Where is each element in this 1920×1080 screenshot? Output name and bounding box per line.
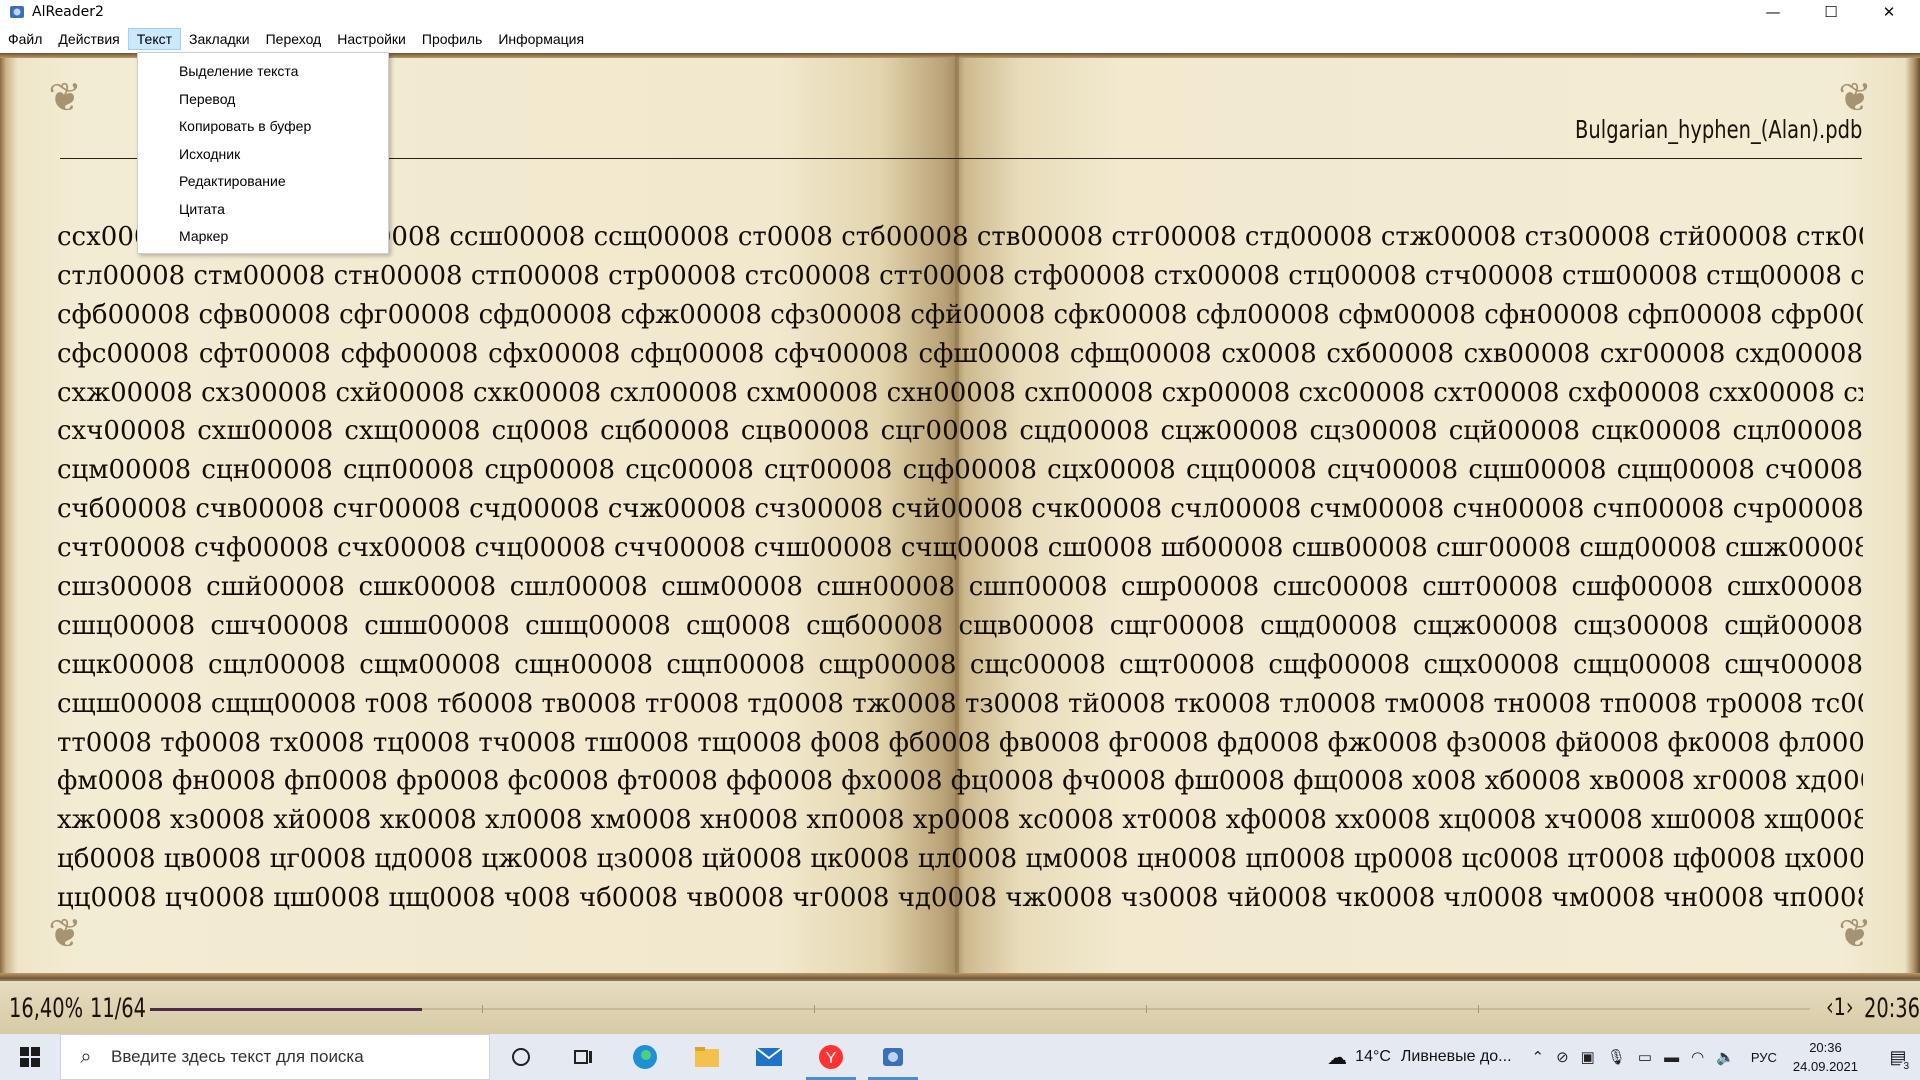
page-text[interactable]: ссх0008 ссц00008 ссч00008 ссш00008 ссщ00…: [57, 218, 1863, 918]
taskbar: ⌕ Введите здесь текст для поиска Y ☁ 14°…: [0, 1034, 1920, 1080]
reader-clock: 20:36: [1864, 993, 1920, 1024]
battery-icon[interactable]: ▬: [1664, 1049, 1679, 1066]
menu-text[interactable]: Текст: [127, 28, 182, 50]
notification-count: 3: [1900, 1061, 1912, 1072]
text-line: сшц00008 сшч00008 сшш00008 сшщ00008 сщ00…: [57, 610, 1863, 641]
text-line: стл00008 стм00008 стн00008 стп00008 стр0…: [57, 260, 1863, 291]
book-file-title: Bulgarian_hyphen_(Alan).pdb: [1574, 115, 1862, 144]
menu-item-translate[interactable]: Перевод: [138, 86, 388, 114]
search-placeholder: Введите здесь текст для поиска: [111, 1047, 364, 1066]
weather-text: Ливневые до...: [1400, 1048, 1512, 1065]
chevron-up-icon[interactable]: ⌃: [1532, 1048, 1545, 1066]
text-line: сфс00008 сфт00008 сфф00008 сфх00008 сфц0…: [57, 338, 1863, 369]
taskbar-clock[interactable]: 20:36 24.09.2021: [1793, 1038, 1858, 1076]
title-bar: AlReader2 — ☐ ✕: [0, 0, 1920, 24]
text-line: тт0008 тф0008 тх0008 тц0008 тч0008 тш000…: [57, 727, 1863, 758]
weather-temp: 14°C: [1355, 1048, 1391, 1065]
start-button[interactable]: [0, 1034, 60, 1080]
menu-item-quote[interactable]: Цитата: [138, 196, 388, 224]
menu-file[interactable]: Файл: [0, 28, 50, 50]
cortana-icon: [512, 1048, 530, 1066]
text-line: сщш00008 сщщ00008 т008 тб0008 тв0008 тг0…: [57, 688, 1863, 719]
edge-icon: [633, 1045, 657, 1069]
window-title: AlReader2: [32, 4, 104, 20]
menu-settings[interactable]: Настройки: [329, 28, 414, 50]
wifi-icon[interactable]: ◠: [1691, 1048, 1704, 1066]
page-counter: 11/64: [90, 993, 147, 1024]
reading-progress-fill: [150, 1008, 423, 1011]
text-line: счт00008 счф00008 счх00008 счц00008 счч0…: [57, 533, 1863, 564]
taskbar-search[interactable]: ⌕ Введите здесь текст для поиска: [60, 1034, 490, 1080]
device-icon[interactable]: ▣: [1581, 1048, 1595, 1066]
system-tray: ☁ 14°C Ливневые до... ⌃ ⊘ ▣ 🎙 ▭ ▬ ◠ 🔈 РУ…: [1327, 1034, 1920, 1080]
progress-tick: [814, 1005, 815, 1013]
text-line: хж0008 хз0008 хй0008 хк0008 хл0008 хм000…: [57, 805, 1863, 836]
page-nav[interactable]: ‹1›: [1826, 993, 1854, 1021]
text-line: сфб00008 сфв00008 сфг00008 сфд00008 сфж0…: [57, 299, 1863, 330]
progress-tick: [1146, 1005, 1147, 1013]
mail-button[interactable]: [738, 1034, 800, 1080]
menu-info[interactable]: Информация: [490, 28, 592, 50]
volume-icon[interactable]: 🔈: [1716, 1048, 1735, 1066]
menu-bar: Файл Действия Текст Закладки Переход Нас…: [0, 28, 1920, 50]
taskbar-time: 20:36: [1809, 1040, 1842, 1055]
reading-percent: 16,40%: [9, 993, 84, 1024]
progress-tick: [482, 1005, 483, 1013]
menu-actions[interactable]: Действия: [50, 28, 127, 50]
mail-icon: [755, 1047, 783, 1066]
task-view-button[interactable]: [552, 1034, 614, 1080]
display-icon[interactable]: ▭: [1638, 1048, 1652, 1066]
text-line: схж00008 схз00008 схй00008 схк00008 схл0…: [57, 377, 1863, 408]
minimize-button[interactable]: —: [1748, 0, 1798, 24]
menu-item-source[interactable]: Исходник: [138, 141, 388, 169]
search-icon: ⌕: [80, 1045, 92, 1068]
weather-widget[interactable]: ☁ 14°C Ливневые до...: [1327, 1045, 1511, 1070]
weather-icon: ☁: [1327, 1046, 1348, 1069]
windows-logo-icon: [20, 1047, 40, 1067]
text-line: счб00008 счв00008 счг00008 счд00008 счж0…: [57, 494, 1863, 525]
menu-bookmarks[interactable]: Закладки: [181, 28, 258, 50]
yandex-browser-icon: Y: [819, 1045, 843, 1069]
menu-item-copy[interactable]: Копировать в буфер: [138, 113, 388, 141]
corner-ornament-icon: ❦: [48, 75, 82, 121]
file-explorer-icon: [695, 1047, 719, 1067]
text-menu-dropdown: Выделение текста Перевод Копировать в бу…: [137, 52, 389, 254]
taskbar-date: 24.09.2021: [1792, 1059, 1858, 1074]
file-explorer-button[interactable]: [676, 1034, 738, 1080]
network-status-icon[interactable]: ⊘: [1556, 1048, 1569, 1066]
text-line: сщк00008 сщл00008 сщм00008 сщн00008 сщп0…: [57, 649, 1863, 680]
edge-button[interactable]: [614, 1034, 676, 1080]
maximize-button[interactable]: ☐: [1806, 0, 1856, 24]
cortana-button[interactable]: [490, 1034, 552, 1080]
reader-status-bar: 16,40% 11/64 ‹1› 20:36: [0, 979, 1920, 1034]
close-button[interactable]: ✕: [1864, 0, 1914, 24]
alreader-app-icon: [10, 6, 24, 18]
svg-text:Y: Y: [826, 1050, 837, 1067]
task-view-icon: [574, 1050, 592, 1064]
menu-item-edit[interactable]: Редактирование: [138, 168, 388, 196]
alreader-taskbar-button[interactable]: [862, 1034, 924, 1080]
menu-navigate[interactable]: Переход: [258, 28, 330, 50]
text-line: цб0008 цв0008 цг0008 цд0008 цж0008 цз000…: [57, 844, 1863, 875]
notification-center-button[interactable]: ▤ 3: [1876, 1034, 1920, 1080]
yandex-browser-button[interactable]: Y: [800, 1034, 862, 1080]
menu-item-select-text[interactable]: Выделение текста: [138, 58, 388, 86]
reading-progress-bar[interactable]: [150, 1005, 1810, 1013]
text-line: цц0008 цч0008 цш0008 цщ0008 ч008 чб0008 …: [57, 883, 1863, 914]
menu-profile[interactable]: Профиль: [414, 28, 490, 50]
text-line: сшз00008 сшй00008 сшк00008 сшл00008 сшм0…: [57, 572, 1863, 603]
menu-item-marker[interactable]: Маркер: [138, 223, 388, 251]
progress-tick: [1478, 1005, 1479, 1013]
microphone-icon[interactable]: 🎙: [1607, 1048, 1626, 1066]
text-line: фм0008 фн0008 фп0008 фр0008 фс0008 фт000…: [57, 766, 1863, 797]
text-line: схч00008 схш00008 схщ00008 сц0008 сцб000…: [57, 416, 1863, 447]
language-indicator[interactable]: РУС: [1751, 1050, 1777, 1065]
text-line: сцм00008 сцн00008 сцп00008 сцр00008 сцс0…: [57, 455, 1863, 486]
alreader-icon: [883, 1048, 903, 1066]
